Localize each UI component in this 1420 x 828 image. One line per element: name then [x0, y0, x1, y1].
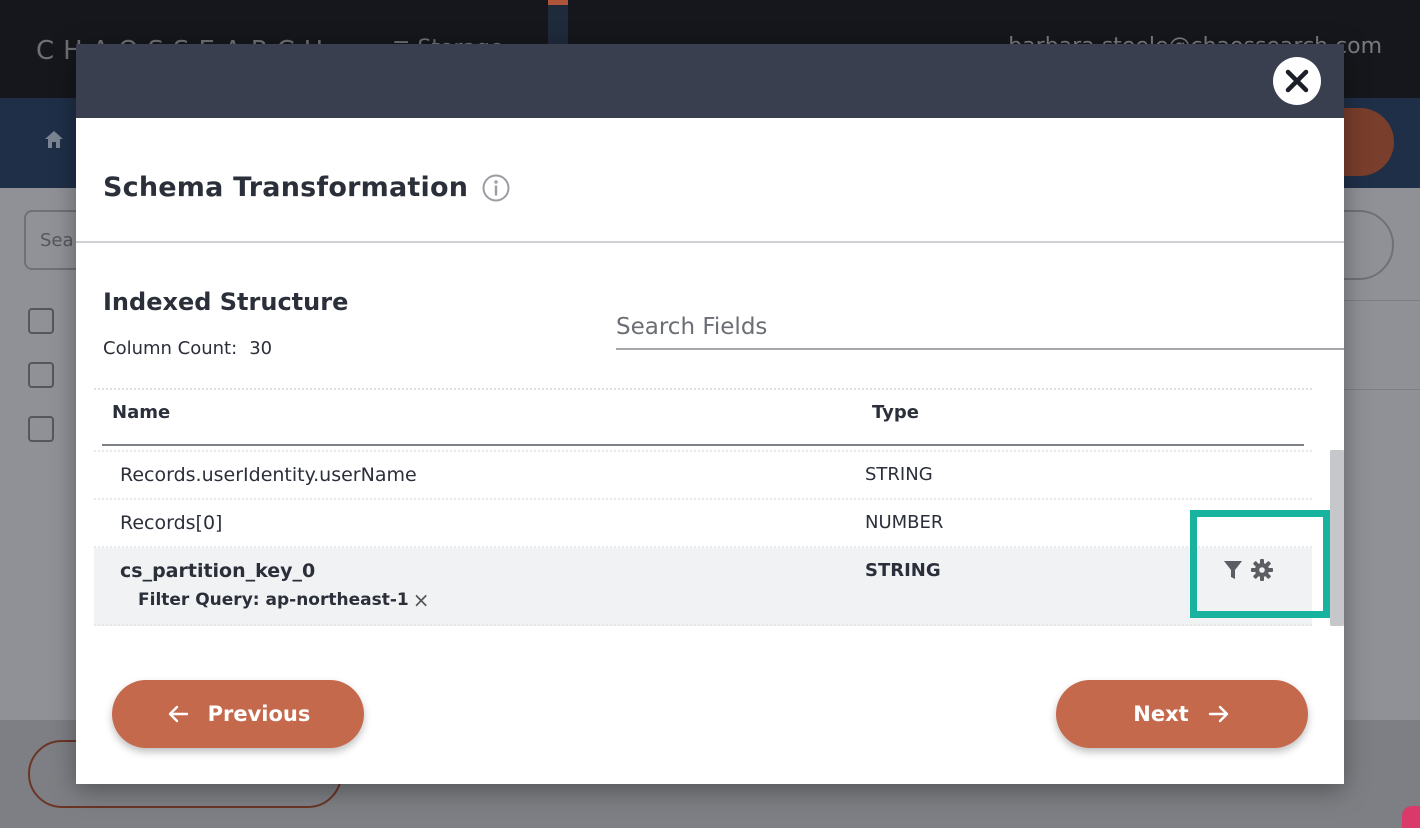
info-icon[interactable]: [482, 174, 510, 202]
column-header-type[interactable]: Type: [872, 402, 919, 423]
remove-filter-icon[interactable]: ×: [413, 590, 430, 610]
schema-transformation-modal: Schema Transformation Indexed Structure …: [76, 44, 1344, 784]
next-label: Next: [1133, 702, 1189, 726]
modal-title: Schema Transformation: [103, 172, 469, 203]
field-type: STRING: [865, 560, 941, 581]
field-type: NUMBER: [865, 512, 944, 533]
background-corner-badge: [1402, 806, 1420, 828]
field-name: Records[0]: [120, 512, 223, 534]
previous-label: Previous: [207, 702, 311, 726]
search-fields-input[interactable]: [616, 306, 1344, 350]
modal-header: [76, 44, 1344, 118]
column-header-name[interactable]: Name: [112, 402, 170, 423]
background-checkbox: [28, 362, 54, 388]
background-separator-accent: [548, 0, 568, 5]
header-divider: [102, 444, 1304, 446]
column-count: Column Count: 30: [103, 338, 272, 359]
filter-query: Filter Query: ap-northeast-1 ×: [138, 590, 429, 610]
next-button[interactable]: Next: [1056, 680, 1308, 748]
field-name: Records.userIdentity.userName: [120, 464, 417, 486]
table-row[interactable]: Records[0] NUMBER: [94, 500, 1312, 548]
background-panel: [1344, 300, 1420, 390]
scrollbar-thumb[interactable]: [1330, 450, 1344, 626]
field-name: cs_partition_key_0: [120, 560, 316, 582]
close-button[interactable]: [1273, 57, 1321, 105]
modal-title-row: Schema Transformation: [103, 172, 510, 203]
arrow-left-icon: [168, 705, 188, 723]
title-divider: [76, 241, 1344, 243]
field-type: STRING: [865, 464, 933, 485]
highlight-box: [1190, 510, 1330, 618]
background-checkbox: [28, 308, 54, 334]
home-icon: [42, 128, 66, 152]
column-count-label: Column Count:: [103, 338, 238, 359]
table-top-border: [94, 388, 1312, 390]
background-checkbox: [28, 416, 54, 442]
close-icon: [1285, 69, 1309, 93]
arrow-right-icon: [1208, 705, 1228, 723]
table-row-selected[interactable]: cs_partition_key_0 STRING Filter Query: …: [94, 548, 1312, 626]
filter-query-text: Filter Query: ap-northeast-1: [138, 590, 409, 610]
section-title: Indexed Structure: [103, 288, 349, 316]
previous-button[interactable]: Previous: [112, 680, 364, 748]
column-count-value: 30: [249, 338, 273, 359]
table-row[interactable]: Records.userIdentity.userName STRING: [94, 452, 1312, 500]
